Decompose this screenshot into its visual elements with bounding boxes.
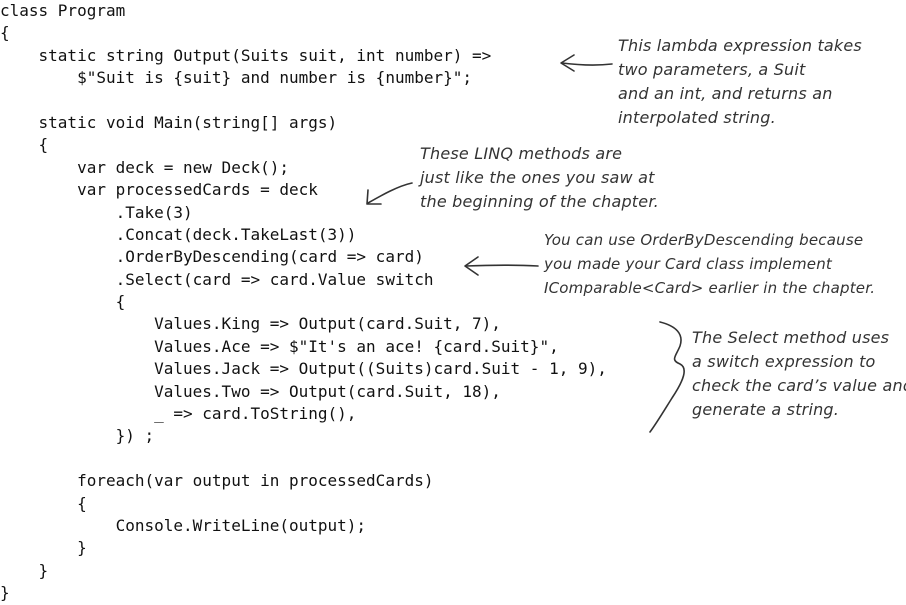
annotation-line: generate a string. [692,400,840,419]
code-line: static void Main(string[] args) [0,112,338,132]
select-annotation: The Select method uses a switch expressi… [692,326,906,422]
code-line: foreach(var output in processedCards) [0,471,434,491]
annotation-line: These LINQ methods are [420,144,623,163]
code-line: static string Output(Suits suit, int num… [0,45,492,65]
code-line: Values.Jack => Output((Suits)card.Suit -… [0,359,607,379]
code-listing: class Program { static string Output(Suit… [0,0,607,605]
brace-icon [649,321,685,433]
code-line: }) ; [0,426,155,446]
code-line: .Concat(deck.TakeLast(3)) [0,224,357,244]
code-line: _ => card.ToString(), [0,404,357,424]
annotation-line: a switch expression to [692,352,876,371]
code-line: { [0,23,10,43]
code-line: { [0,493,87,513]
annotation-line: The Select method uses [692,328,890,347]
code-line: class Program [0,1,126,20]
annotation-line: you made your Card class implement [544,255,832,273]
annotation-line: interpolated string. [618,108,776,127]
code-line: Values.Two => Output(card.Suit, 18), [0,381,501,401]
annotation-line: IComparable<Card> earlier in the chapter… [544,279,876,297]
code-line: } [0,538,87,558]
annotation-line: check the card’s value and [692,376,906,395]
code-line: .OrderByDescending(card => card) [0,247,424,267]
order-annotation: You can use OrderByDescending because yo… [544,228,875,300]
annotation-line: the beginning of the chapter. [420,192,659,211]
code-line: Values.King => Output(card.Suit, 7), [0,314,501,334]
lambda-annotation: This lambda expression takes two paramet… [618,34,862,130]
code-line: } [0,560,49,580]
code-line: Console.WriteLine(output); [0,515,367,535]
annotation-line: You can use OrderByDescending because [544,231,864,249]
annotation-line: two parameters, a Suit [618,60,806,79]
code-line: } [0,583,10,603]
code-line: { [0,292,126,312]
code-line: Values.Ace => $"It's an ace! {card.Suit}… [0,336,559,356]
code-line: .Select(card => card.Value switch [0,269,434,289]
annotation-line: just like the ones you saw at [420,168,655,187]
annotation-line: and an int, and returns an [618,84,833,103]
code-line: $"Suit is {suit} and number is {number}"… [0,68,473,88]
annotation-line: This lambda expression takes [618,36,862,55]
linq-annotation: These LINQ methods are just like the one… [420,142,659,214]
